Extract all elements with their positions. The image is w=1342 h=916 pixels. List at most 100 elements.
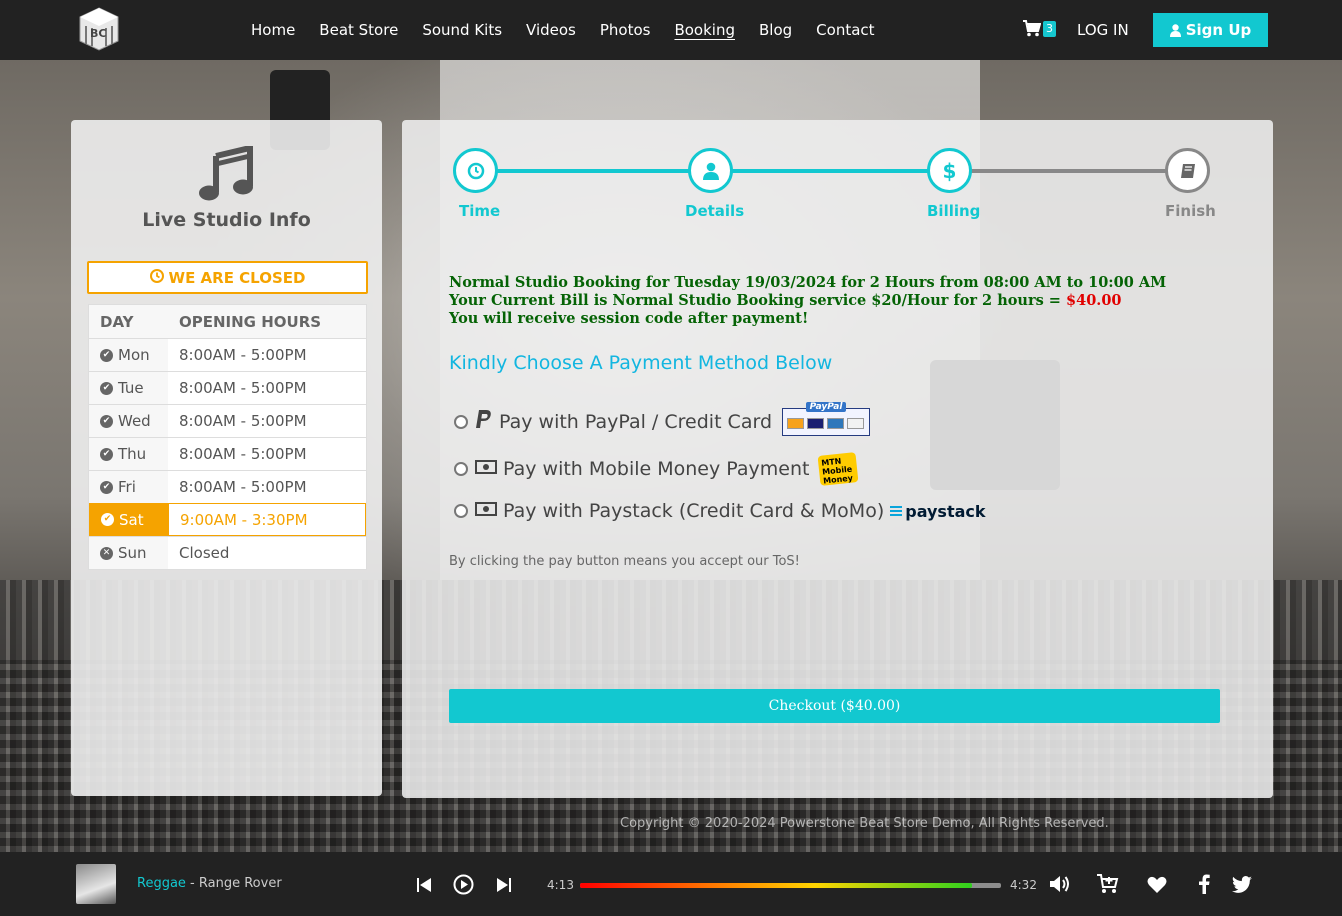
step-label-billing: Billing [927,202,981,220]
hours-row-mon: ✔ Mon 8:00AM - 5:00PM [89,338,366,371]
nav-photos[interactable]: Photos [600,20,651,40]
day-column-header: DAY [100,312,134,331]
payment-option-paypal[interactable]: Pay with PayPal / Credit Card PayPal [454,402,871,436]
mtn-mobile-money-logo: MTN Mobile Money [818,452,859,486]
payment-label-mobile-money: Pay with Mobile Money Payment [503,458,810,480]
track-info: Reggae - Range Rover [137,876,282,891]
site-logo[interactable]: BC [76,6,122,52]
login-link[interactable]: LOG IN [1077,20,1129,40]
hours-value: 9:00AM - 3:30PM [169,504,365,535]
hours-row-fri: ✔ Fri 8:00AM - 5:00PM [89,470,366,503]
heart-icon[interactable] [1147,876,1167,898]
closed-status-text: WE ARE CLOSED [168,268,306,287]
track-genre[interactable]: Reggae [137,876,186,891]
hours-row-tue: ✔ Tue 8:00AM - 5:00PM [89,371,366,404]
check-circle-icon: ✔ [100,381,113,395]
payment-label-paystack: Pay with Paystack (Credit Card & MoMo) [503,500,885,522]
step-label-finish: Finish [1165,202,1216,220]
hours-value: 8:00AM - 5:00PM [168,405,366,437]
day-label: Wed [118,412,151,430]
seek-bar[interactable] [580,883,1001,888]
tos-notice: By clicking the pay button means you acc… [449,554,800,569]
payment-option-mobile-money[interactable]: Pay with Mobile Money Payment MTN Mobile… [454,452,859,486]
checkout-button[interactable]: Checkout ($40.00) [449,689,1220,723]
track-artwork[interactable] [76,864,116,904]
hours-row-sat-today: ✔ Sat 9:00AM - 3:30PM [89,503,366,536]
step-billing[interactable]: $ [927,148,972,193]
step-details[interactable] [688,148,733,193]
payment-option-paystack[interactable]: Pay with Paystack (Credit Card & MoMo) p… [454,500,986,522]
hours-column-header: OPENING HOURS [179,312,322,331]
signup-button[interactable]: Sign Up [1153,13,1268,47]
cart-count-badge: 3 [1043,20,1056,37]
nav-contact[interactable]: Contact [816,20,874,40]
copyright-text: Copyright © 2020-2024 Powerstone Beat St… [620,816,1109,831]
step-connector [970,169,1166,173]
bill-total: $40.00 [1066,292,1122,309]
paypal-icon [475,409,493,435]
user-icon [1169,23,1181,37]
nav-videos[interactable]: Videos [526,20,576,40]
nav-sound-kits[interactable]: Sound Kits [422,20,502,40]
close-circle-icon: ✕ [100,546,113,560]
clock-icon [467,162,484,179]
nav-home[interactable]: Home [251,20,295,40]
nav-beat-store[interactable]: Beat Store [319,20,398,40]
bill-line: Your Current Bill is Normal Studio Booki… [449,292,1122,309]
payment-radio-mobile-money[interactable] [454,462,468,476]
volume-icon[interactable] [1049,874,1070,898]
step-finish[interactable] [1165,148,1210,193]
play-icon [453,874,474,895]
paypal-logo: PayPal [782,402,871,436]
studio-info-title: Live Studio Info [142,209,311,231]
payment-radio-paystack[interactable] [454,504,468,518]
check-circle-icon: ✔ [101,513,114,526]
day-label: Fri [118,478,136,496]
day-label: Mon [118,346,150,364]
audio-player-bar: Reggae - Range Rover 4:13 4:32 [0,852,1342,916]
payment-label-paypal: Pay with PayPal / Credit Card [499,411,773,433]
cart-icon [1023,20,1041,37]
total-time: 4:32 [1010,878,1037,892]
hours-value: 8:00AM - 5:00PM [168,339,366,371]
music-note-icon [198,144,254,202]
day-label: Thu [118,445,147,463]
seek-bar-progress [580,883,972,888]
step-time[interactable] [453,148,498,193]
money-bill-icon [475,501,497,522]
book-icon [1180,163,1195,178]
twitter-icon[interactable] [1232,876,1252,897]
main-nav: Home Beat Store Sound Kits Videos Photos… [251,20,899,40]
previous-track-icon[interactable] [417,877,431,896]
facebook-icon[interactable] [1198,874,1210,898]
check-circle-icon: ✔ [100,447,113,461]
day-label: Sun [118,544,147,562]
add-to-cart-icon[interactable] [1097,874,1119,898]
hours-header-row: DAY OPENING HOURS [89,305,366,338]
day-label: Tue [118,379,144,397]
hours-value: 8:00AM - 5:00PM [168,372,366,404]
hours-value: 8:00AM - 5:00PM [168,438,366,470]
cart-button[interactable]: 3 [1023,20,1056,37]
hours-row-sun: ✕ Sun Closed [89,536,366,569]
dollar-icon: $ [942,158,957,183]
next-track-icon[interactable] [497,877,511,896]
step-connector [732,169,928,173]
money-bill-icon [475,459,497,480]
paystack-logo: paystack [890,502,986,521]
day-label: Sat [119,510,144,529]
current-time: 4:13 [547,878,574,892]
svg-text:BC: BC [90,27,106,40]
session-code-note: You will receive session code after paym… [449,310,809,327]
payment-method-heading: Kindly Choose A Payment Method Below [449,352,833,374]
play-button[interactable] [453,874,474,899]
booking-description: Normal Studio Booking for Tuesday 19/03/… [449,274,1167,291]
top-navigation-bar: BC Home Beat Store Sound Kits Videos Pho… [0,0,1342,60]
nav-booking[interactable]: Booking [674,20,735,40]
booking-summary: Normal Studio Booking for Tuesday 19/03/… [449,274,1166,328]
check-circle-icon: ✔ [100,480,113,494]
step-connector [476,169,710,173]
signup-label: Sign Up [1185,21,1252,39]
payment-radio-paypal[interactable] [454,415,468,429]
nav-blog[interactable]: Blog [759,20,792,40]
